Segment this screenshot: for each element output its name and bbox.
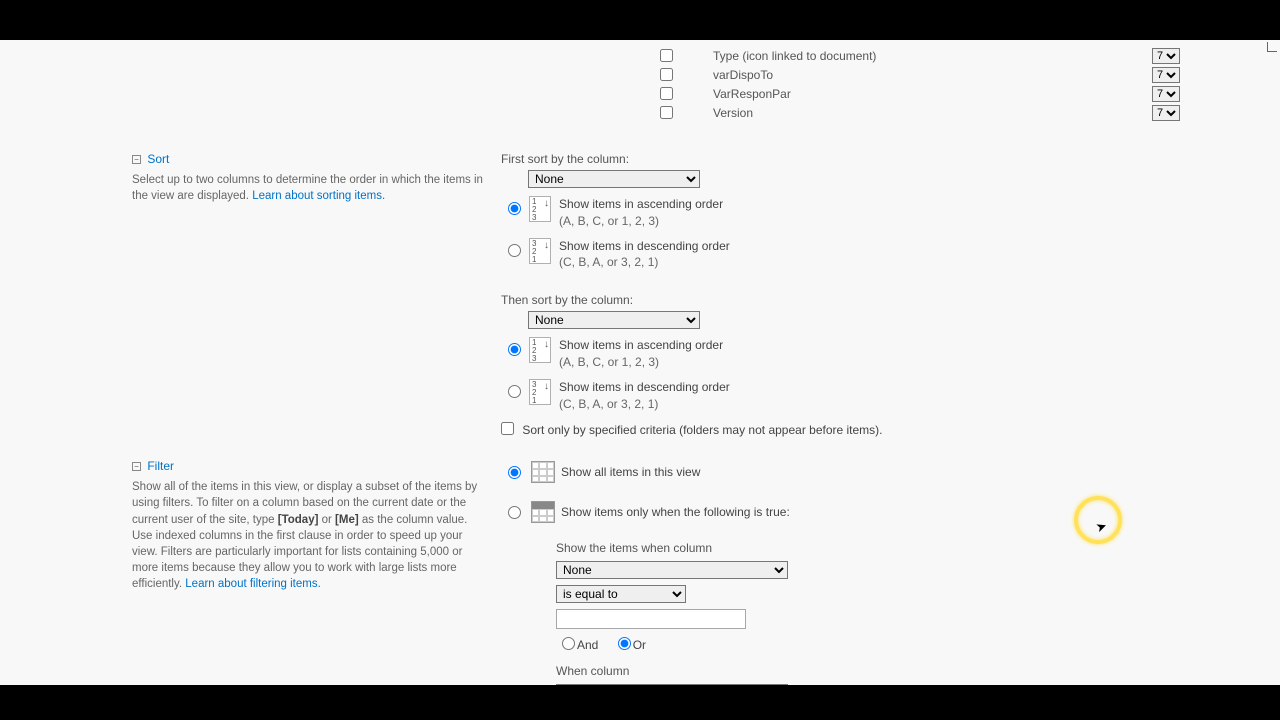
window-bottombar <box>0 685 1280 720</box>
column-order-select[interactable]: 70 <box>1152 48 1180 64</box>
show-all-radio[interactable] <box>508 466 521 479</box>
column-row: VarResponPar 72 <box>0 84 1280 103</box>
sort2-asc-option[interactable]: 123↓ Show items in ascending order(A, B,… <box>508 337 1180 371</box>
grid-all-icon <box>531 461 555 483</box>
column-row: Version 73 <box>0 103 1280 122</box>
filter-column-select[interactable]: None <box>556 561 788 579</box>
section-description: Show all of the items in this view, or d… <box>132 479 487 592</box>
filter-or-radio[interactable] <box>618 637 631 650</box>
section-title: Sort <box>147 152 169 166</box>
column-order-select[interactable]: 73 <box>1152 105 1180 121</box>
sort2-desc-option[interactable]: 321↓ Show items in descending order(C, B… <box>508 379 1180 413</box>
when-column-label: Show the items when column <box>556 541 1180 555</box>
first-sort-column-select[interactable]: None <box>528 170 700 188</box>
then-sort-label: Then sort by the column: <box>501 293 1180 307</box>
column-label: Type (icon linked to document) <box>713 49 876 63</box>
sort-only-specified[interactable]: Sort only by specified criteria (folders… <box>501 422 1180 437</box>
when-column2-label: When column <box>556 664 1180 678</box>
filter-andor: And Or <box>556 637 1180 652</box>
filter-operator-select[interactable]: is equal to <box>556 585 686 603</box>
column-checkbox[interactable] <box>660 68 673 81</box>
show-filtered-radio[interactable] <box>508 506 521 519</box>
sort-section: − Sort Select up to two columns to deter… <box>0 152 1280 437</box>
section-description: Select up to two columns to determine th… <box>132 172 487 204</box>
sort-asc-icon: 123↓ <box>529 196 551 222</box>
column-label: varDispoTo <box>713 68 773 82</box>
column-row: Type (icon linked to document) 70 <box>0 46 1280 65</box>
column-order-select[interactable]: 72 <box>1152 86 1180 102</box>
learn-sorting-link[interactable]: Learn about sorting items. <box>252 190 385 202</box>
first-sort-label: First sort by the column: <box>501 152 1180 166</box>
view-settings-page: Type (icon linked to document) 70 varDis… <box>0 40 1280 685</box>
grid-filtered-icon <box>531 501 555 523</box>
sort-desc-option[interactable]: 321↓ Show items in descending order(C, B… <box>508 238 1180 272</box>
show-all-option[interactable]: Show all items in this view <box>508 461 1180 483</box>
column-row: varDispoTo 71 <box>0 65 1280 84</box>
filter-clause: Show the items when column None is equal… <box>556 541 1180 685</box>
column-checkbox[interactable] <box>660 106 673 119</box>
sort-asc-icon: 123↓ <box>529 337 551 363</box>
sort-only-checkbox[interactable] <box>501 422 514 435</box>
column-checkbox[interactable] <box>660 87 673 100</box>
column-checkbox[interactable] <box>660 49 673 62</box>
column-label: VarResponPar <box>713 87 791 101</box>
section-header[interactable]: − Sort <box>132 152 487 166</box>
filter-and-radio[interactable] <box>562 637 575 650</box>
learn-filtering-link[interactable]: Learn about filtering items. <box>185 578 321 590</box>
collapse-icon[interactable]: − <box>132 462 141 471</box>
filter-value-input[interactable] <box>556 609 746 629</box>
column-label: Version <box>713 106 753 120</box>
section-header[interactable]: − Filter <box>132 459 487 473</box>
filter-section: − Filter Show all of the items in this v… <box>0 459 1280 685</box>
sort2-asc-radio[interactable] <box>508 343 521 356</box>
sort-desc-icon: 321↓ <box>529 379 551 405</box>
window-titlebar <box>0 0 1280 40</box>
show-filtered-option[interactable]: Show items only when the following is tr… <box>508 501 1180 523</box>
column-order-select[interactable]: 71 <box>1152 67 1180 83</box>
sort2-desc-radio[interactable] <box>508 385 521 398</box>
sort-desc-icon: 321↓ <box>529 238 551 264</box>
then-sort-column-select[interactable]: None <box>528 311 700 329</box>
sort-desc-radio[interactable] <box>508 244 521 257</box>
column-checklist: Type (icon linked to document) 70 varDis… <box>0 46 1280 122</box>
sort-asc-option[interactable]: 123↓ Show items in ascending order(A, B,… <box>508 196 1180 230</box>
sort-asc-radio[interactable] <box>508 202 521 215</box>
collapse-icon[interactable]: − <box>132 155 141 164</box>
section-title: Filter <box>147 459 174 473</box>
